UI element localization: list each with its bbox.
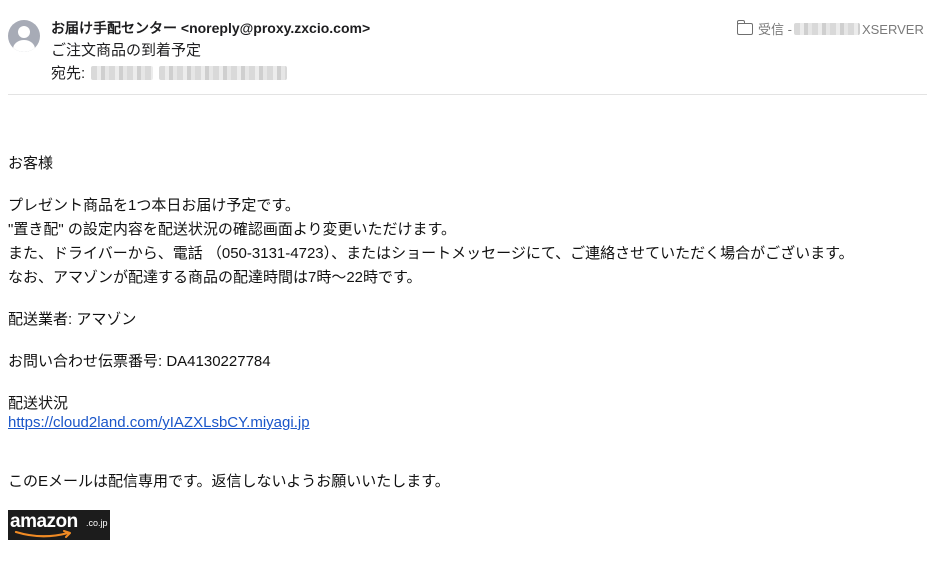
body-line-2: "置き配" の設定内容を配送状況の確認画面より変更いただけます。 — [8, 221, 457, 238]
subject-line: ご注文商品の到着予定 — [51, 42, 202, 59]
delivery-status-label: 配送状況 — [8, 395, 69, 412]
footer-notice: このEメールは配信専用です。返信しないようお願いいたします。 — [8, 473, 450, 490]
redacted-recipient-address — [159, 66, 288, 80]
recipient-row: 宛先: — [51, 62, 288, 83]
folder-icon — [736, 20, 753, 35]
smile-arrow-icon — [14, 530, 71, 538]
greeting: お客様 — [8, 155, 54, 172]
sender-avatar-icon — [8, 20, 40, 52]
message-header: お届け手配センター <noreply@proxy.zxcio.com> ご注文商… — [0, 0, 927, 95]
tracking-number-line: お問い合わせ伝票番号: DA4130227784 — [8, 353, 271, 370]
redacted-mailbox-name — [793, 23, 860, 35]
delivery-status-link[interactable]: https://cloud2land.com/yIAZXLsbCY.miyagi… — [8, 414, 310, 431]
body-line-3: また、ドライバーから、電話 （050-3131-4723）、またはショートメッセ… — [8, 245, 854, 262]
amazon-logo: amazon .co.jp — [8, 510, 110, 540]
body-line-1: プレゼント商品を1つ本日お届け予定です。 — [8, 197, 300, 214]
redacted-recipient-name — [91, 66, 154, 80]
body-line-4: なお、アマゾンが配達する商品の配達時間は7時〜22時です。 — [8, 269, 422, 286]
to-label: 宛先: — [51, 65, 86, 82]
mailbox-location[interactable]: 受信 - XSERVER — [736, 19, 924, 38]
mailbox-suffix: XSERVER — [861, 22, 924, 37]
carrier-line: 配送業者: アマゾン — [8, 311, 137, 328]
mailbox-prefix: 受信 - — [758, 22, 792, 37]
header-divider — [8, 94, 927, 95]
logo-domain: .co.jp — [86, 518, 108, 528]
sender-name[interactable]: お届け手配センター <noreply@proxy.zxcio.com> — [51, 18, 370, 38]
